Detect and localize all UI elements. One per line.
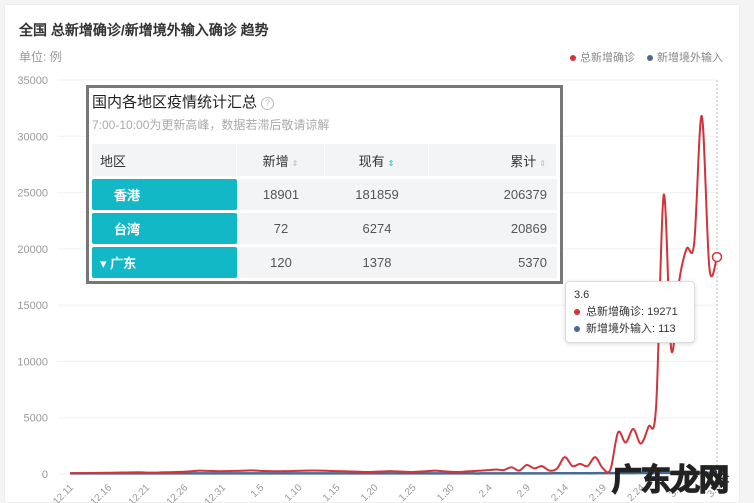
table-row[interactable]: 香港 18901 181859 206379 (92, 179, 557, 210)
cell-total: 20869 (429, 213, 557, 244)
x-tick-label: 1.20 (359, 482, 381, 503)
region-name[interactable]: ▾ 广东 (92, 247, 237, 278)
panel-title: 国内各地区疫情统计汇总 (92, 94, 258, 111)
cell-new: 18901 (237, 179, 325, 210)
tooltip-total: 总新增确诊: 19271 (574, 304, 686, 321)
col-total[interactable]: 累计 ⇕ (429, 144, 557, 176)
region-name[interactable]: 香港 (92, 179, 237, 210)
y-tick-label: 5000 (24, 413, 48, 425)
x-tick-label: 12.26 (165, 482, 191, 503)
region-name[interactable]: 台湾 (92, 213, 237, 244)
table-row[interactable]: 台湾 72 6274 20869 (92, 213, 557, 244)
y-tick-label: 25000 (17, 188, 48, 200)
y-tick-label: 20000 (17, 244, 48, 256)
x-tick-label: 1.15 (321, 482, 343, 503)
region-summary-panel: 国内各地区疫情统计汇总? 7:00-10:00为更新高峰，数据若滞后敬请谅解 地… (86, 85, 563, 284)
hover-point (711, 251, 723, 263)
cell-total: 206379 (429, 179, 557, 210)
y-tick-label: 35000 (17, 75, 48, 87)
col-current[interactable]: 现有 ⇕ (325, 144, 429, 176)
chart-tooltip: 3.6 总新增确诊: 19271 新增境外输入: 113 (565, 281, 695, 343)
tooltip-imported: 新增境外输入: 113 (574, 321, 686, 338)
x-tick-label: 12.31 (203, 482, 229, 503)
y-tick-label: 30000 (17, 131, 48, 143)
cell-current: 181859 (325, 179, 429, 210)
tooltip-date: 3.6 (574, 289, 590, 301)
x-tick-label: 2.4 (477, 482, 495, 500)
help-icon[interactable]: ? (261, 96, 275, 110)
cell-current: 1378 (325, 247, 429, 278)
x-tick-label: 1.25 (397, 482, 419, 503)
x-tick-label: 2.19 (587, 482, 609, 503)
cell-current: 6274 (325, 213, 429, 244)
cell-new: 72 (237, 213, 325, 244)
y-tick-label: 0 (42, 469, 48, 481)
y-tick-label: 15000 (17, 300, 48, 312)
x-tick-label: 1.5 (249, 482, 267, 500)
x-tick-label: 1.10 (283, 482, 305, 503)
watermark: 广东龙网 (611, 463, 730, 498)
watermark-tail: 泽 (712, 468, 730, 488)
col-new[interactable]: 新增 ⇕ (237, 144, 325, 176)
panel-subtitle: 7:00-10:00为更新高峰，数据若滞后敬请谅解 (92, 118, 330, 132)
x-tick-label: 12.11 (51, 482, 76, 503)
sort-icon[interactable]: ⇕ (292, 159, 299, 168)
x-tick-label: 12.16 (89, 482, 115, 503)
region-table: 地区 新增 ⇕ 现有 ⇕ 累计 ⇕ 香港 18901 181859 206379 台湾 72 6… (92, 141, 557, 281)
x-tick-label: 1.30 (435, 482, 457, 503)
sort-icon[interactable]: ⇕ (388, 159, 395, 168)
cell-total: 5370 (429, 247, 557, 278)
cell-new: 120 (237, 247, 325, 278)
sort-icon[interactable]: ⇕ (539, 159, 546, 168)
y-tick-label: 10000 (17, 356, 48, 368)
x-tick-label: 12.21 (127, 482, 153, 503)
col-region: 地区 (92, 144, 237, 176)
x-tick-label: 2.14 (549, 482, 571, 503)
x-tick-label: 2.9 (515, 482, 533, 500)
table-row[interactable]: ▾ 广东 120 1378 5370 (92, 247, 557, 278)
